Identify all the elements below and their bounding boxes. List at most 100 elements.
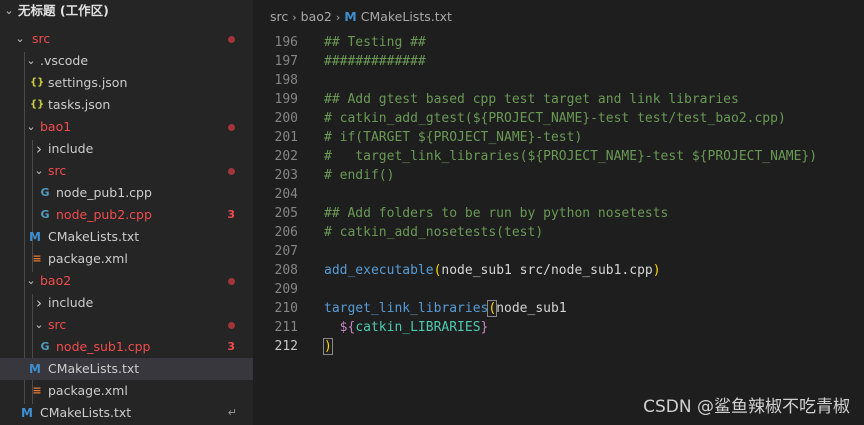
code-line[interactable]: 198: [253, 71, 864, 90]
line-number: 196: [274, 35, 298, 50]
tree-item[interactable]: M CMakeLists.txt: [0, 226, 253, 248]
xml-file-icon: ≡: [32, 252, 42, 265]
tree-item[interactable]: M CMakeLists.txt ↵: [0, 402, 253, 424]
tree-item-label: src: [48, 317, 67, 332]
modified-dot-icon: [228, 124, 235, 131]
tree-item[interactable]: ≡ package.xml: [0, 248, 253, 270]
tree-item[interactable]: ⌄ src: [0, 28, 253, 50]
cmake-file-icon: M: [29, 362, 41, 376]
tree-item-label: node_sub1.cpp: [56, 339, 151, 354]
tree-item[interactable]: ⌄ bao2: [0, 270, 253, 292]
code-line[interactable]: 197 #############: [253, 52, 864, 71]
code-line[interactable]: 208 add_executable(node_sub1 src/node_sub…: [253, 261, 864, 280]
chevron-down-icon: ⌄: [4, 4, 14, 17]
tree-item-label: src: [32, 31, 51, 46]
cmake-file-icon: M: [21, 406, 33, 420]
code-line[interactable]: 201 # if(TARGET ${PROJECT_NAME}-test): [253, 128, 864, 147]
code-line[interactable]: 212): [253, 337, 864, 356]
breadcrumb-src[interactable]: src: [270, 9, 288, 24]
modified-dot-icon: [228, 168, 235, 175]
line-number: 207: [274, 244, 298, 259]
line-number: 205: [274, 206, 298, 221]
tree-item[interactable]: {} settings.json: [0, 72, 253, 94]
code-line[interactable]: 196 ## Testing ##: [253, 33, 864, 52]
line-number: 211: [274, 320, 298, 335]
cmake-file-icon: M: [344, 9, 357, 24]
modified-dot-icon: [228, 322, 235, 329]
breadcrumb-file[interactable]: CMakeLists.txt: [361, 9, 452, 24]
json-file-icon: {}: [30, 77, 45, 88]
chevron-down-icon: ⌄: [26, 274, 36, 287]
tree-item-label: include: [48, 141, 94, 156]
code-line[interactable]: 211 ${catkin_LIBRARIES}: [253, 318, 864, 337]
tree-item-label: CMakeLists.txt: [48, 229, 140, 244]
tree-item-label: src: [48, 163, 67, 178]
tree-item[interactable]: ⌄ .vscode: [0, 50, 253, 72]
line-number: 208: [274, 263, 298, 278]
code-text: add_executable(node_sub1 src/node_sub1.c…: [324, 263, 661, 278]
chevron-down-icon: ⌄: [15, 32, 25, 45]
modified-dot-icon: [228, 278, 235, 285]
chevron-right-icon: ›: [36, 294, 42, 312]
tree-item[interactable]: Gnode_pub1.cpp: [0, 182, 253, 204]
tree-item[interactable]: {} tasks.json: [0, 94, 253, 116]
breadcrumb-bao2[interactable]: bao2: [301, 9, 332, 24]
code-line[interactable]: 204: [253, 185, 864, 204]
chevron-down-icon: ⌄: [34, 318, 44, 331]
tree-item-label: node_pub1.cpp: [56, 185, 152, 200]
code-line[interactable]: 202 # target_link_libraries(${PROJECT_NAM…: [253, 147, 864, 166]
tree-item[interactable]: Gnode_sub1.cpp 3: [0, 336, 253, 358]
tree-item-label: CMakeLists.txt: [40, 405, 132, 420]
code-text: # target_link_libraries(${PROJECT_NAME}-…: [324, 149, 818, 164]
cpp-file-icon: G: [40, 186, 50, 199]
code-line[interactable]: 209: [253, 280, 864, 299]
symlink-icon: ↵: [227, 406, 237, 419]
code-line[interactable]: 203 # endif(): [253, 166, 864, 185]
line-number: 203: [274, 168, 298, 183]
tree-item-label: include: [48, 295, 94, 310]
tree-item[interactable]: Gnode_pub2.cpp 3: [0, 204, 253, 226]
code-line[interactable]: 199 ## Add gtest based cpp test target an…: [253, 90, 864, 109]
xml-file-icon: ≡: [32, 384, 42, 397]
line-number: 209: [274, 282, 298, 297]
tree-item[interactable]: › include: [0, 138, 253, 160]
problem-count-badge: 3: [227, 340, 235, 353]
tree-item-label: settings.json: [48, 75, 128, 90]
tree-item[interactable]: › include: [0, 292, 253, 314]
chevron-down-icon: ⌄: [26, 120, 36, 133]
code-text: ${catkin_LIBRARIES}: [339, 320, 489, 335]
tree-item[interactable]: M CMakeLists.txt: [0, 358, 253, 380]
code-text: # catkin_add_nosetests(test): [324, 225, 544, 240]
code-text: ): [323, 338, 333, 355]
tree-item[interactable]: ⌄ bao1: [0, 116, 253, 138]
code-line[interactable]: 210 target_link_libraries(node_sub1: [253, 299, 864, 318]
tree-item[interactable]: ≡ package.xml: [0, 380, 253, 402]
tree-item[interactable]: ⌄ src: [0, 314, 253, 336]
breadcrumb: src › bao2 › M CMakeLists.txt: [253, 0, 864, 32]
json-file-icon: {}: [30, 99, 45, 110]
line-number: 202: [274, 149, 298, 164]
line-number: 198: [274, 73, 298, 88]
tree-item[interactable]: ⌄ src: [0, 160, 253, 182]
chevron-right-icon: ›: [36, 140, 42, 158]
line-number: 200: [274, 111, 298, 126]
modified-dot-icon: [228, 36, 235, 43]
code-line[interactable]: 205 ## Add folders to be run by python no…: [253, 204, 864, 223]
code-text: # if(TARGET ${PROJECT_NAME}-test): [324, 130, 583, 145]
tree-item-label: .vscode: [40, 53, 89, 68]
workspace-label: 无标题 (工作区): [18, 3, 109, 18]
code-text: ## Add gtest based cpp test target and l…: [324, 92, 739, 107]
chevron-right-icon: ›: [335, 11, 341, 24]
code-area[interactable]: 196 ## Testing ## 197 ############# 198 199 ##…: [253, 33, 864, 356]
explorer-sidebar: ⌄ 无标题 (工作区) ⌄ src ⌄ .vscode{} settings.json{…: [0, 0, 253, 425]
code-line[interactable]: 207: [253, 242, 864, 261]
tree-item-label: bao2: [40, 273, 72, 288]
workspace-root[interactable]: ⌄ 无标题 (工作区): [0, 0, 253, 22]
cmake-file-icon: M: [29, 230, 41, 244]
chevron-down-icon: ⌄: [34, 164, 44, 177]
code-text: target_link_libraries(node_sub1: [324, 300, 567, 317]
code-line[interactable]: 206 # catkin_add_nosetests(test): [253, 223, 864, 242]
code-text: #############: [324, 54, 426, 69]
code-line[interactable]: 200 # catkin_add_gtest(${PROJECT_NAME}-te…: [253, 109, 864, 128]
tree-item-label: node_pub2.cpp: [56, 207, 152, 222]
